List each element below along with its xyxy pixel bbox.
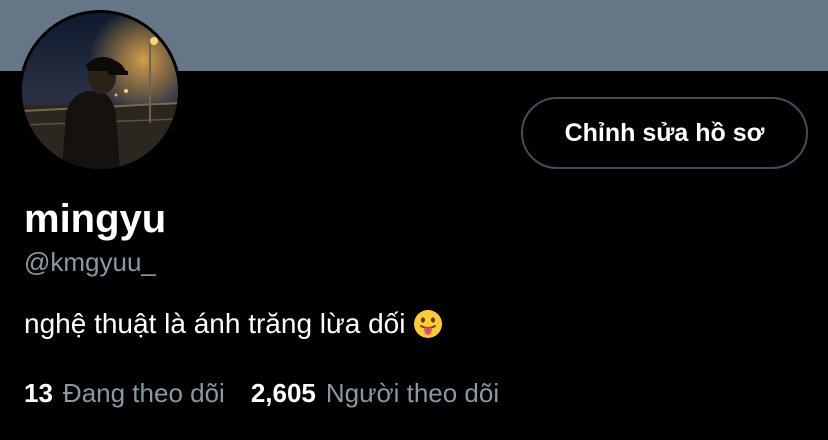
display-name: mingyu xyxy=(24,197,167,241)
bio-text: nghệ thuật là ánh trăng lừa dối xyxy=(24,308,406,339)
edit-profile-button[interactable]: Chỉnh sửa hồ sơ xyxy=(521,97,808,169)
profile-avatar[interactable] xyxy=(19,10,181,172)
avatar-photo xyxy=(22,13,178,169)
following-count: 13 xyxy=(24,378,53,408)
followers-count: 2,605 xyxy=(250,378,316,408)
profile-page: Chỉnh sửa hồ sơ mingyu @kmgyuu_ nghệ thu… xyxy=(0,0,828,440)
followers-label: Người theo dõi xyxy=(325,378,500,408)
followers-stat[interactable]: 2,605 Người theo dõi xyxy=(251,377,499,409)
following-label: Đang theo dõi xyxy=(62,378,225,408)
following-stat[interactable]: 13 Đang theo dõi xyxy=(24,377,225,409)
profile-stats: 13 Đang theo dõi 2,605 Người theo dõi xyxy=(24,377,499,409)
profile-bio: nghệ thuật là ánh trăng lừa dối xyxy=(24,307,443,341)
user-handle: @kmgyuu_ xyxy=(24,247,156,277)
face-with-tongue-icon xyxy=(414,310,443,338)
